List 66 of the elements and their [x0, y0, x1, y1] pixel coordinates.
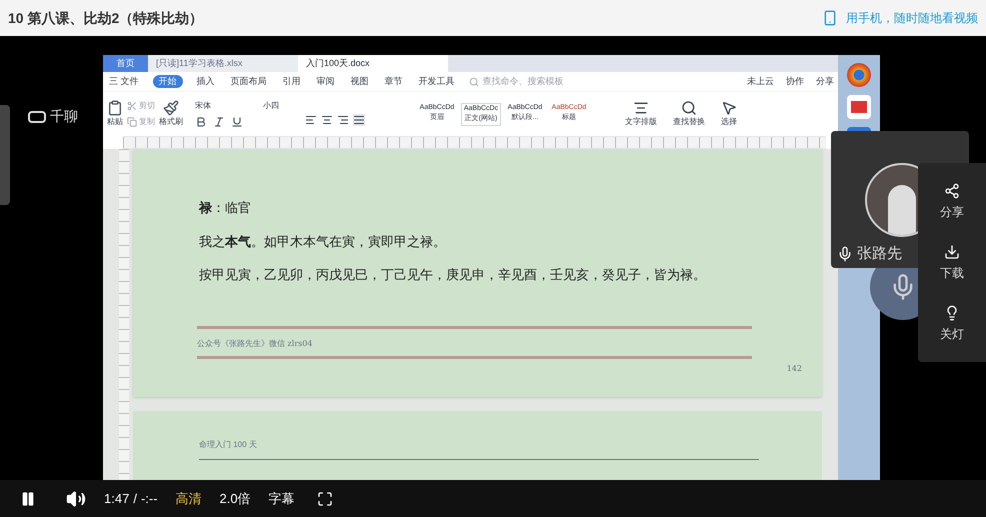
paragraph: 我之本气。如甲木本气在寅，寅即甲之禄。: [199, 234, 447, 252]
bold-icon[interactable]: [195, 116, 207, 128]
app-tab[interactable]: [只读]11学习表格.xlsx: [148, 55, 298, 72]
download-icon: [944, 244, 960, 260]
menu-tab[interactable]: 章节: [382, 74, 405, 88]
pause-icon: [20, 490, 36, 506]
ribbon-button[interactable]: 查找替换: [673, 116, 705, 128]
app-tab[interactable]: 首页: [103, 55, 148, 72]
side-menu-button[interactable]: 下载: [918, 244, 986, 282]
paste-icon: [107, 100, 123, 116]
brand-name: 千聊: [50, 107, 78, 126]
fullscreen-icon[interactable]: [316, 490, 333, 506]
format-painter-button[interactable]: 格式刷: [159, 116, 183, 128]
menu-tab[interactable]: 引用: [280, 74, 303, 88]
menu-tab[interactable]: 页面布局: [228, 74, 269, 88]
pause-button[interactable]: [20, 490, 36, 506]
search-icon: [681, 100, 697, 116]
page-number: 142: [786, 363, 802, 375]
quality-button[interactable]: 高清: [176, 488, 202, 508]
ribbon-button[interactable]: 选择: [721, 116, 737, 128]
paste-button[interactable]: 粘贴: [107, 116, 123, 128]
ribbon-button[interactable]: 文字排版: [625, 116, 657, 128]
copy-icon: [127, 117, 137, 127]
office-app-icon[interactable]: [847, 95, 871, 119]
menu-tab[interactable]: 视图: [348, 74, 371, 88]
side-menu-button[interactable]: 分享: [918, 182, 986, 220]
current-time: 1:47: [104, 490, 130, 508]
microphone-icon: [837, 246, 853, 262]
menu-tab[interactable]: 三 文件: [107, 74, 141, 88]
menu-tab[interactable]: 审阅: [314, 74, 337, 88]
menu-action[interactable]: 未上云: [747, 74, 774, 88]
paragraph: 按甲见寅，乙见卯，丙戊见巳，丁己见午，庚见申，辛见酉，壬见亥，癸见子，皆为禄。: [199, 267, 707, 285]
scissors-icon: [127, 101, 137, 111]
volume-icon[interactable]: [66, 488, 86, 508]
speaker-name: 张路先: [857, 244, 902, 264]
time-separator: /: [133, 490, 137, 508]
font-size-field[interactable]: 小四: [263, 100, 293, 112]
pointer-icon: [721, 100, 737, 116]
menu-tab[interactable]: 开始: [152, 74, 183, 88]
page-header: 命理入门 100 天: [199, 440, 257, 449]
share-icon: [944, 182, 960, 198]
justify-icon[interactable]: [353, 114, 365, 126]
app-tab[interactable]: 入门100天.docx: [298, 55, 448, 72]
align-center-icon[interactable]: [321, 114, 333, 126]
page-footer: 公众号《张路先生》微信 zlrs04: [197, 338, 312, 348]
lesson-title: 10 第八课、比劫2（特殊比劫）: [8, 8, 204, 28]
speed-button[interactable]: 2.0倍: [220, 488, 251, 508]
search-icon: [468, 76, 479, 86]
menu-tab[interactable]: 开发工具: [416, 74, 457, 88]
align-left-icon[interactable]: [305, 114, 317, 126]
paragraph: 禄：临官: [199, 200, 252, 218]
side-handle[interactable]: [0, 105, 10, 205]
subtitles-button[interactable]: 字幕: [268, 488, 295, 508]
font-field[interactable]: 宋体: [195, 100, 255, 112]
menu-tab[interactable]: 插入: [194, 74, 217, 88]
duration: -:--: [140, 490, 158, 508]
menu-action[interactable]: 协作: [786, 74, 804, 88]
phone-icon: [822, 8, 838, 28]
menu-action[interactable]: 分享: [816, 74, 834, 88]
side-menu-button[interactable]: 关灯: [918, 304, 986, 342]
align-right-icon[interactable]: [337, 114, 349, 126]
underline-icon[interactable]: [231, 116, 243, 128]
italic-icon[interactable]: [213, 116, 225, 128]
text-layout-icon: [633, 100, 649, 116]
browser-icon[interactable]: [847, 63, 871, 87]
brush-icon: [163, 100, 179, 116]
